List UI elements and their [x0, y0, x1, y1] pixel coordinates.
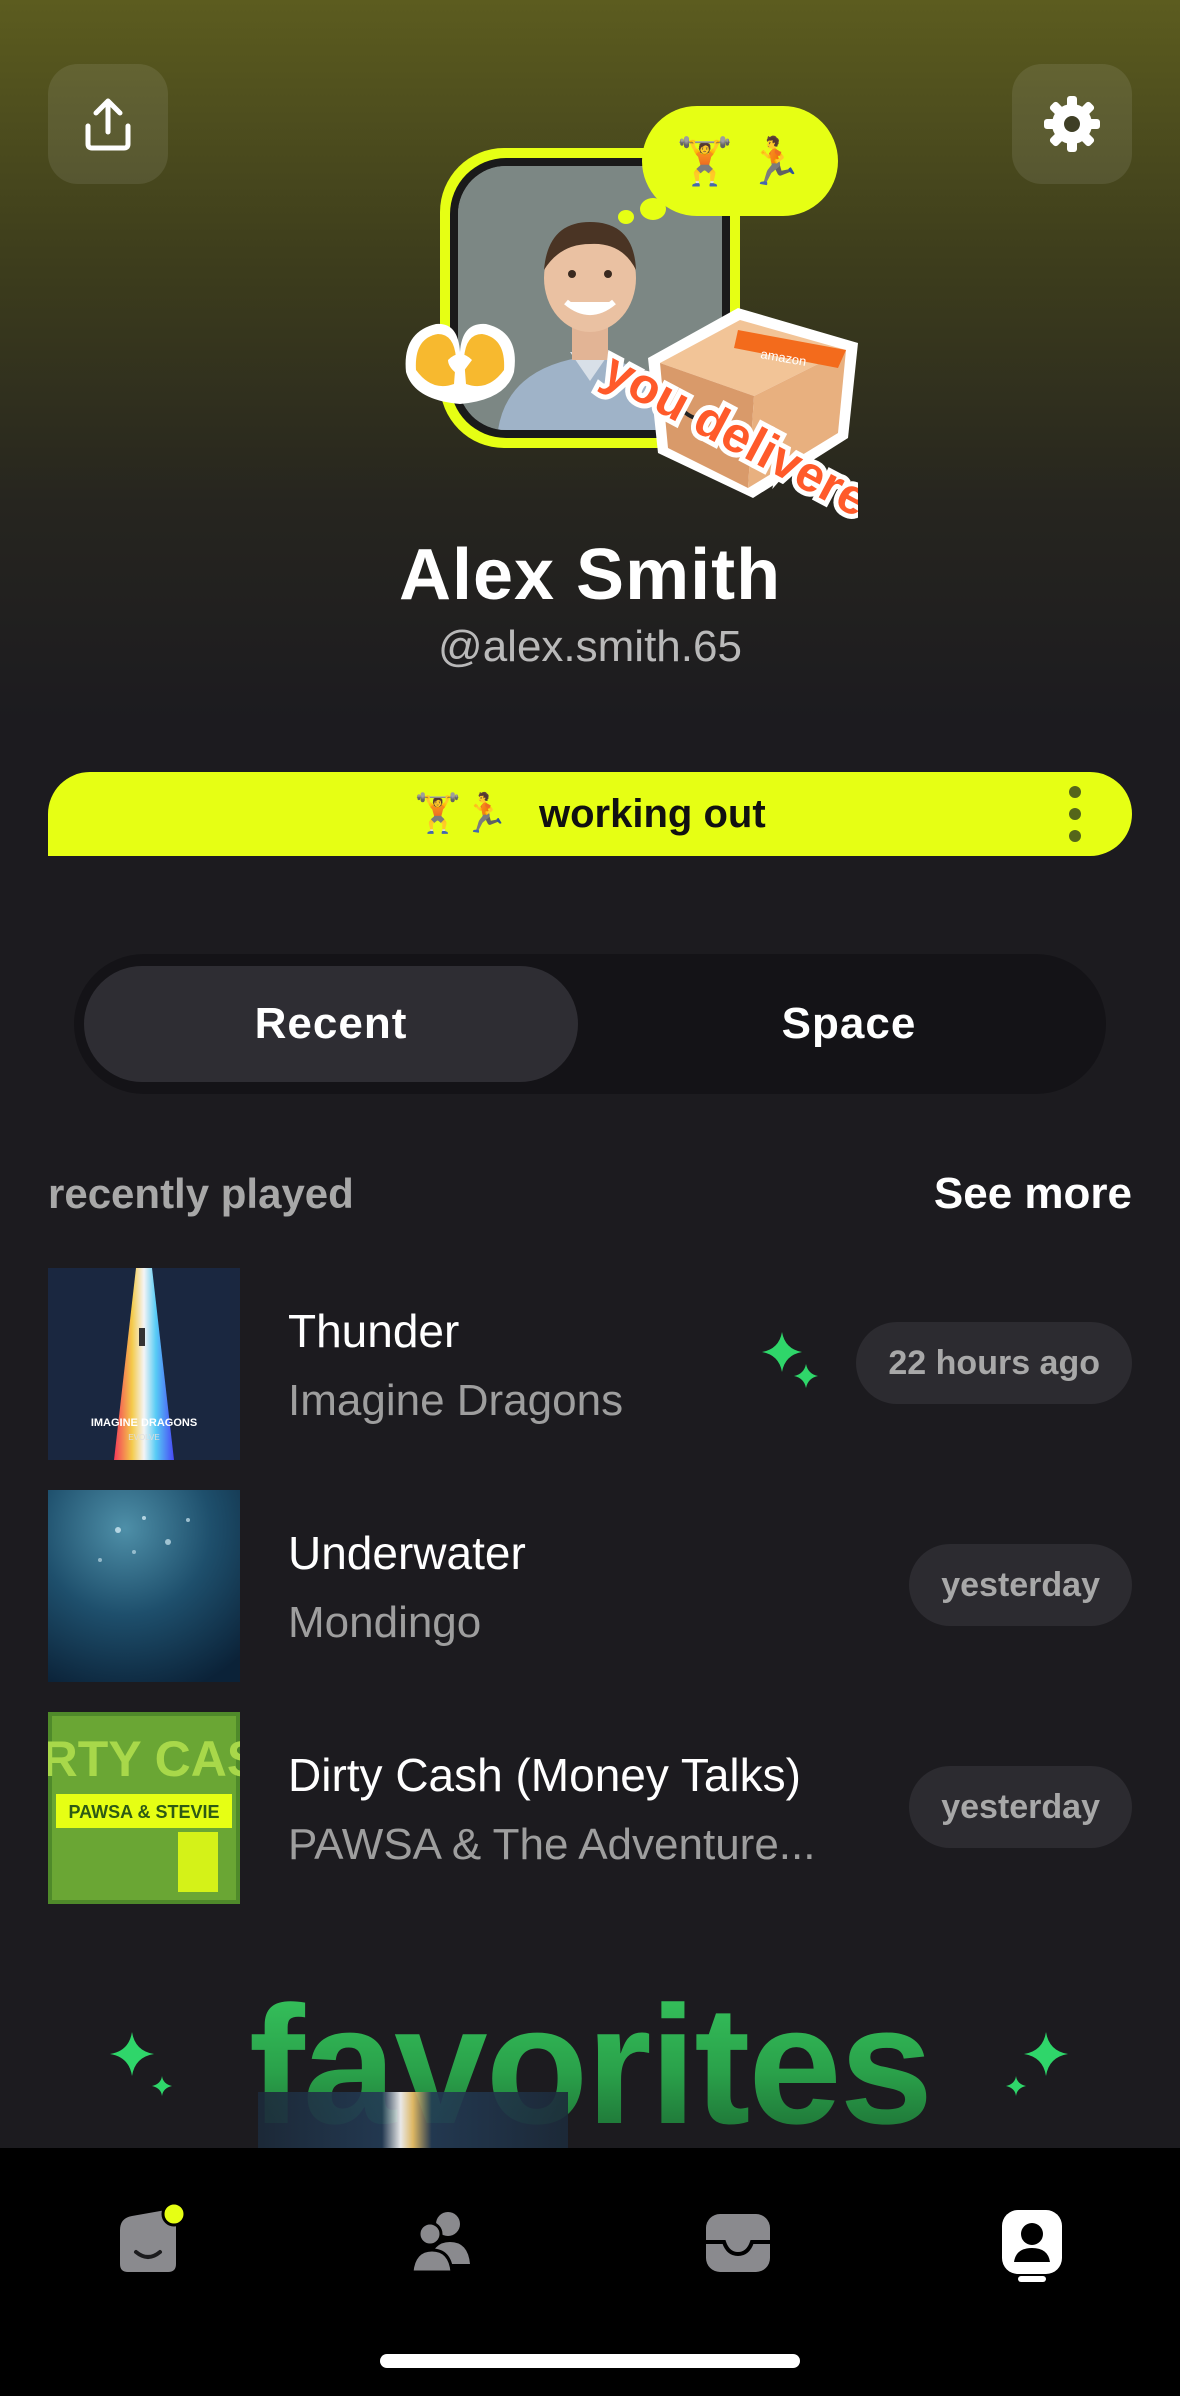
status-text: working out: [539, 791, 766, 836]
sparkle-icon: [760, 1330, 822, 1397]
activity-emojis: 🏋️ 🏃: [676, 134, 804, 187]
status-emojis: 🏋️🏃: [414, 793, 509, 835]
tab-inbox[interactable]: [698, 2202, 778, 2282]
album-cover: DIRTY CASH PAWSA & STEVIE: [48, 1712, 240, 1904]
share-button[interactable]: [48, 64, 168, 184]
tab-home[interactable]: [108, 2202, 188, 2282]
played-time-badge: yesterday: [909, 1766, 1132, 1848]
you-delivered-sticker: amazon you delivered: [588, 288, 910, 547]
gear-icon: [1044, 96, 1100, 152]
cover-subtext: EVOLVE: [128, 1433, 159, 1442]
album-cover: IMAGINE DRAGONS EVOLVE: [48, 1268, 240, 1460]
recently-played-header: recently played See more: [48, 1164, 1132, 1224]
cover-text: IMAGINE DRAGONS: [91, 1417, 197, 1429]
profile-handle: @alex.smith.65: [438, 622, 742, 671]
played-time-badge: yesterday: [909, 1544, 1132, 1626]
sparkle-icon: [1006, 2032, 1068, 2096]
segmented-control: Recent Space: [74, 954, 1106, 1094]
tab-recent[interactable]: Recent: [84, 966, 578, 1082]
favorite-album-peek: [258, 2092, 568, 2148]
selected-tab-indicator: [1018, 2276, 1046, 2282]
cover-subtext: PAWSA & STEVIE: [68, 1802, 219, 1822]
share-icon: [85, 98, 131, 151]
track-artist: PAWSA & The Adventure...: [288, 1820, 816, 1869]
track-title: Thunder: [288, 1305, 460, 1357]
album-cover: [48, 1490, 240, 1682]
settings-button[interactable]: [1012, 64, 1132, 184]
bubble-dot: [618, 210, 634, 224]
played-time-badge: 22 hours ago: [856, 1322, 1132, 1404]
home-indicator: [380, 2354, 800, 2368]
activity-bubble[interactable]: 🏋️ 🏃: [642, 106, 838, 216]
friends-icon: [410, 2212, 470, 2274]
track-title: Dirty Cash (Money Talks): [288, 1749, 801, 1801]
favorites-header: favorites: [0, 1981, 1180, 2150]
heart-hands-sticker: [396, 312, 526, 417]
track-row[interactable]: DIRTY CASH PAWSA & STEVIE Dirty Cash (Mo…: [48, 1712, 1132, 1904]
tab-profile[interactable]: [992, 2202, 1072, 2282]
cover-text: DIRTY CASH: [48, 1731, 240, 1787]
status-banner[interactable]: 🏋️🏃 working out: [48, 772, 1132, 856]
track-artist: Imagine Dragons: [288, 1376, 624, 1425]
profile-icon: [1002, 2210, 1062, 2274]
section-title: recently played: [48, 1170, 354, 1217]
profile-name: Alex Smith: [398, 535, 782, 615]
track-title: Underwater: [288, 1527, 526, 1579]
track-row[interactable]: IMAGINE DRAGONS EVOLVE Thunder Imagine D…: [48, 1268, 1132, 1460]
inbox-icon: [706, 2214, 770, 2272]
sparkle-icon: [110, 2032, 172, 2096]
tab-friends[interactable]: [402, 2202, 482, 2282]
track-artist: Mondingo: [288, 1598, 482, 1647]
home-icon: [120, 2202, 187, 2272]
tab-space[interactable]: Space: [602, 966, 1096, 1082]
see-more-link[interactable]: See more: [934, 1169, 1132, 1219]
more-options-icon[interactable]: [1068, 786, 1082, 842]
track-row[interactable]: Underwater Mondingo yesterday: [48, 1490, 1132, 1682]
